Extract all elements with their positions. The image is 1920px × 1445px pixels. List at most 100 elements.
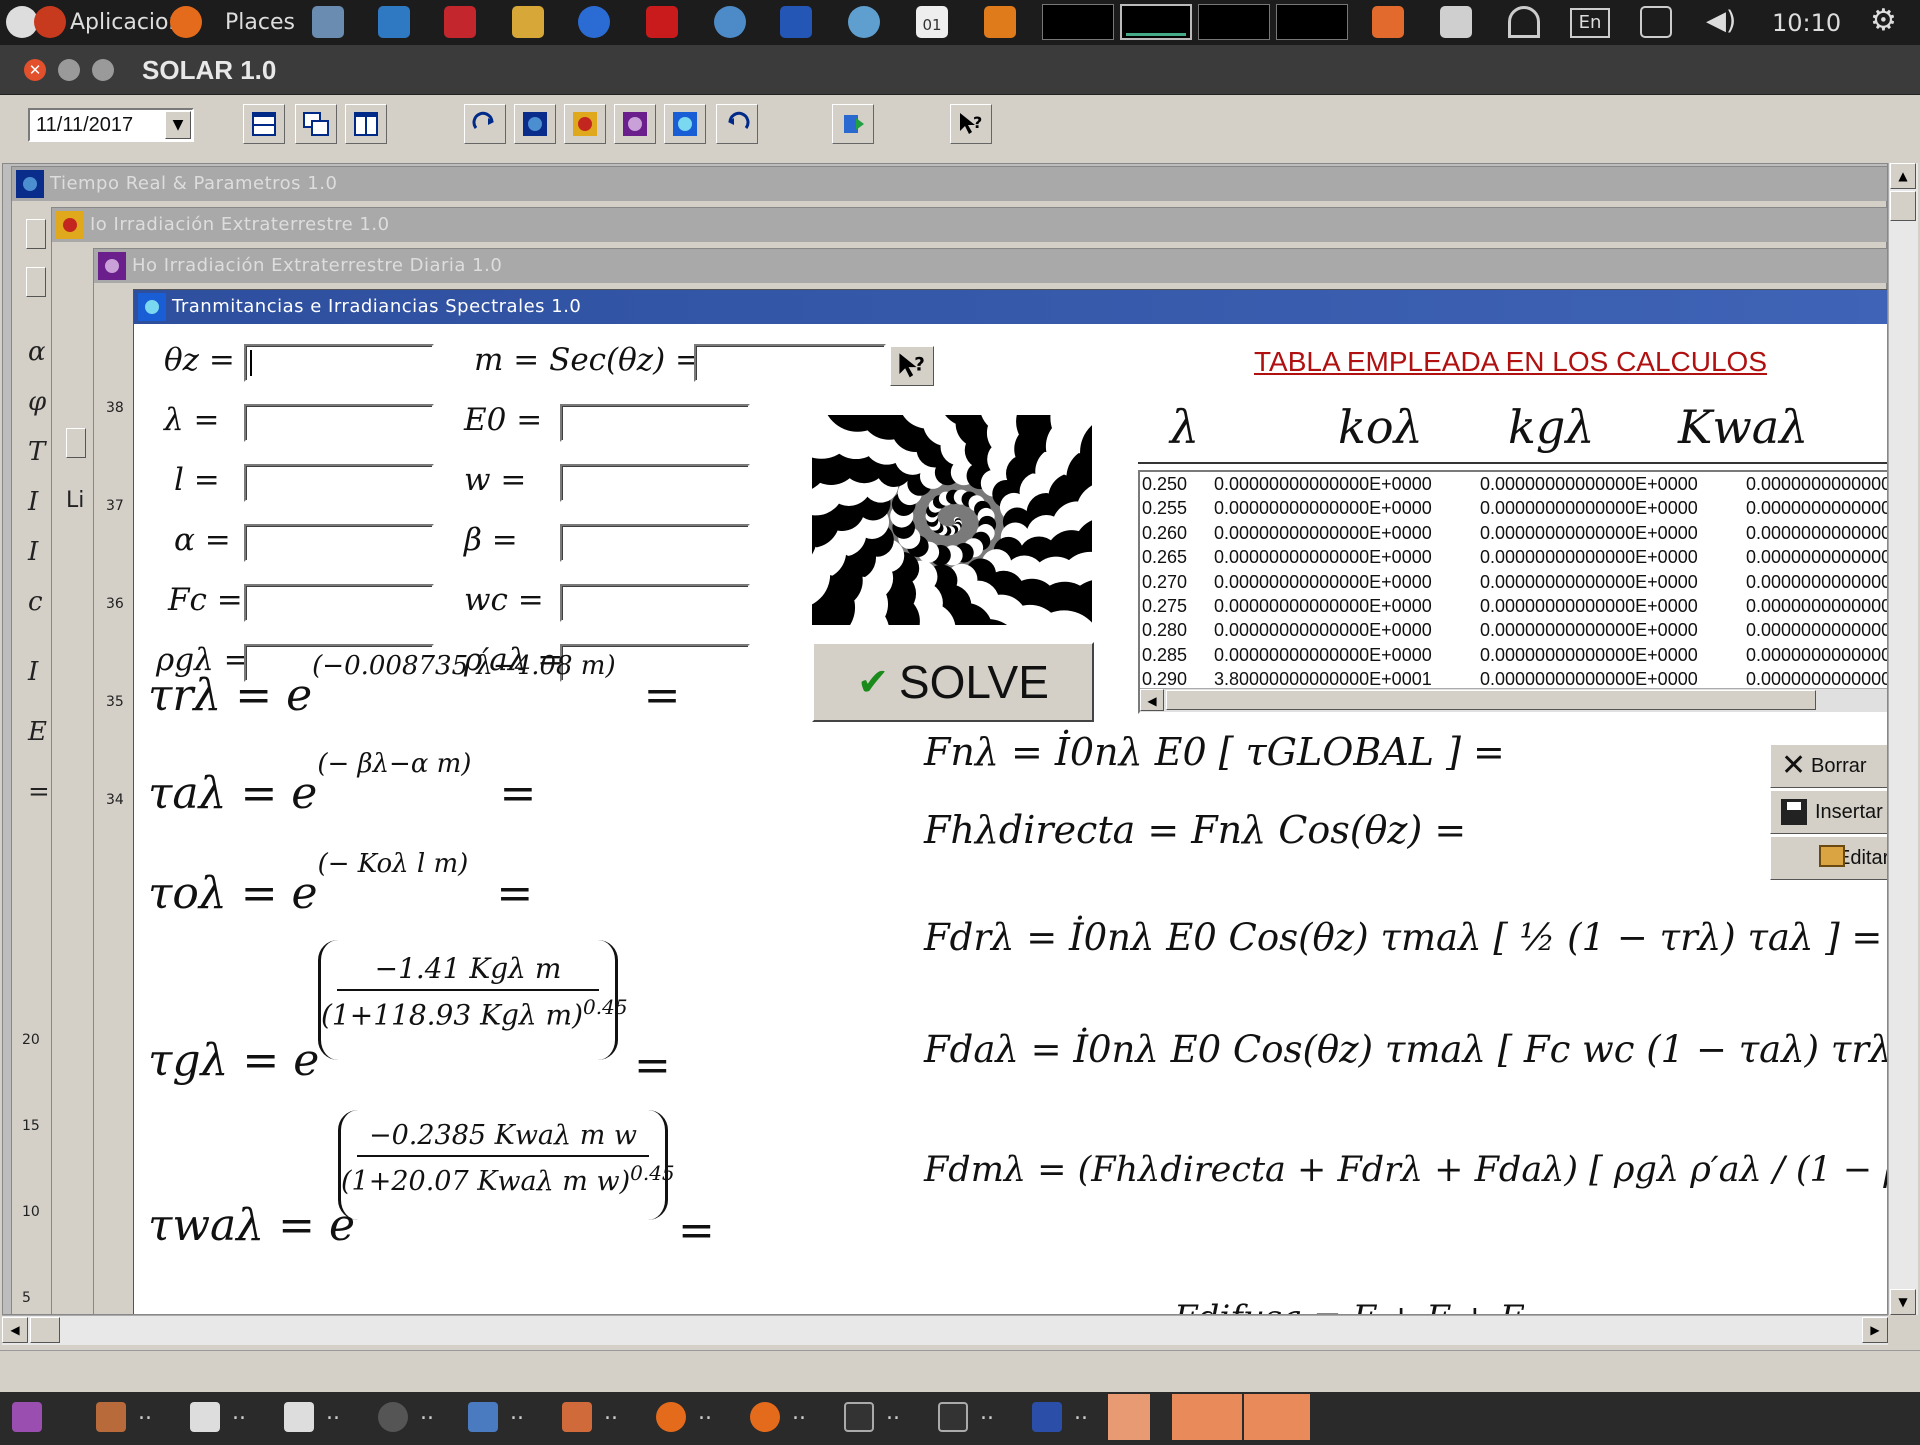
task-text-editor-icon[interactable] xyxy=(190,1402,220,1432)
tau-a-tail: = xyxy=(499,768,537,819)
task-image-icon[interactable] xyxy=(562,1402,592,1432)
m-help-button[interactable]: ? xyxy=(890,346,934,386)
ho-irradiacion-button[interactable] xyxy=(614,104,656,144)
workspace-4[interactable] xyxy=(1276,4,1348,40)
borrar-label: Borrar xyxy=(1811,755,1867,777)
io-irradiacion-icon xyxy=(56,211,84,239)
tranmitancias-button[interactable] xyxy=(664,104,706,144)
lambda-input[interactable] xyxy=(244,404,434,442)
mdi-title-ho-irradiacion[interactable]: Ho Irradiación Extraterrestre Diaria 1.0 xyxy=(94,249,1887,283)
matlab-icon[interactable] xyxy=(984,6,1016,38)
scroll-right-arrow-icon[interactable]: ▶ xyxy=(1862,1317,1888,1343)
mdi-title-tranmitancias[interactable]: Tranmitancias e Irradiancias Spectrales … xyxy=(134,290,1887,324)
task-terminal-2-icon[interactable] xyxy=(938,1402,968,1432)
table-cell: 0.255 xyxy=(1142,498,1188,519)
cascade-button[interactable] xyxy=(295,104,337,144)
kde-icon[interactable] xyxy=(578,6,610,38)
table-title-link[interactable]: TABLA EMPLEADA EN LOS CALCULOS xyxy=(1254,346,1767,378)
mdi-title-tiempo-real[interactable]: Tiempo Real & Parametros 1.0 xyxy=(12,167,1887,201)
task-solar-icon[interactable] xyxy=(1032,1402,1062,1432)
io-irradiacion-button[interactable] xyxy=(564,104,606,144)
window1-arrow-button[interactable] xyxy=(26,219,46,249)
keyboard-language[interactable]: En xyxy=(1570,8,1610,38)
date-dropdown-arrow-icon[interactable]: ▼ xyxy=(165,111,191,139)
settings-gear-icon[interactable]: ⚙ xyxy=(1870,6,1902,38)
mdi-title-io-irradiacion[interactable]: Io Irradiación Extraterrestre 1.0 xyxy=(52,208,1887,242)
applications-menu-label[interactable]: Aplicaciones xyxy=(70,10,180,35)
volume-icon[interactable]: ◀) xyxy=(1706,6,1738,38)
task-active-window-1[interactable] xyxy=(1108,1394,1150,1440)
workspace-horizontal-scrollbar[interactable]: ◀ ▶ xyxy=(2,1315,1888,1345)
date-picker[interactable]: 11/11/2017 ▼ xyxy=(28,108,194,142)
scroll-down-arrow-icon[interactable]: ▼ xyxy=(1890,1289,1916,1315)
exit-button[interactable] xyxy=(832,104,874,144)
task-a-app-icon[interactable] xyxy=(378,1402,408,1432)
undo-button[interactable] xyxy=(716,104,758,144)
mathcad-icon[interactable] xyxy=(780,6,812,38)
solve-button[interactable]: ✔ SOLVE xyxy=(812,642,1094,722)
calendar-icon[interactable]: 01 xyxy=(916,6,948,38)
clock[interactable]: 10:10 xyxy=(1772,9,1841,37)
scroll-up-arrow-icon[interactable]: ▲ xyxy=(1890,163,1916,189)
archive-icon[interactable] xyxy=(512,6,544,38)
places-menu-label[interactable]: Places xyxy=(225,10,305,35)
network-globe-icon[interactable] xyxy=(848,6,880,38)
window2-arrow-button[interactable] xyxy=(66,428,86,458)
borrar-button[interactable]: ✕ Borrar xyxy=(1770,744,1887,788)
task-active-window-3[interactable] xyxy=(1244,1394,1310,1440)
folder-icon[interactable] xyxy=(1372,6,1404,38)
virtualbox-icon[interactable] xyxy=(378,6,410,38)
tiempo-real-button[interactable] xyxy=(514,104,556,144)
workspace-vertical-scrollbar[interactable]: ▲ ▼ xyxy=(1888,163,1918,1315)
wc-input[interactable] xyxy=(560,584,750,622)
theta-input[interactable] xyxy=(244,344,434,382)
table-cell: 0.00000000000000E+0000 xyxy=(1214,644,1432,665)
applications-menu-icon[interactable] xyxy=(34,6,66,38)
horizontal-scroll-thumb[interactable] xyxy=(30,1317,60,1343)
beta-input[interactable] xyxy=(560,524,750,562)
workspace-1[interactable] xyxy=(1042,4,1114,40)
redo-button[interactable] xyxy=(464,104,506,144)
m-input[interactable] xyxy=(694,344,886,382)
workspace-3[interactable] xyxy=(1198,4,1270,40)
f-difusa-equation: Fdifusa = F + F + F xyxy=(1174,1298,1524,1314)
editar-button[interactable]: Editar xyxy=(1770,836,1887,880)
maximize-button[interactable] xyxy=(92,59,114,81)
insertar-button[interactable]: Insertar xyxy=(1770,790,1887,834)
filezilla-icon[interactable] xyxy=(646,6,678,38)
help-button[interactable]: ? xyxy=(950,104,992,144)
tile-horizontal-button[interactable] xyxy=(243,104,285,144)
scribus-icon[interactable] xyxy=(444,6,476,38)
e0-input[interactable] xyxy=(560,404,750,442)
dropbox-icon[interactable] xyxy=(1440,6,1472,38)
computer-icon[interactable] xyxy=(312,6,344,38)
workspace-2[interactable] xyxy=(1120,4,1192,40)
task-file-manager-icon[interactable] xyxy=(96,1402,126,1432)
task-document-icon[interactable] xyxy=(284,1402,314,1432)
w-input[interactable] xyxy=(560,464,750,502)
task-virtualbox-icon[interactable] xyxy=(468,1402,498,1432)
tile-vertical-button[interactable] xyxy=(345,104,387,144)
scroll-left-arrow-icon[interactable]: ◀ xyxy=(1140,689,1164,711)
close-button[interactable]: ✕ xyxy=(24,59,46,81)
task-firefox-2-icon[interactable] xyxy=(750,1402,780,1432)
data-table[interactable]: 0.250 0.00000000000000E+0000 0.00000000000… xyxy=(1138,470,1887,714)
fc-input[interactable] xyxy=(244,584,434,622)
scroll-left-arrow-icon[interactable]: ◀ xyxy=(2,1317,28,1343)
table-scroll-thumb[interactable] xyxy=(1166,690,1816,710)
show-desktop-icon[interactable] xyxy=(12,1402,42,1432)
wifi-icon[interactable] xyxy=(1508,6,1540,38)
task-firefox-icon[interactable] xyxy=(656,1402,686,1432)
l-input[interactable] xyxy=(244,464,434,502)
tau-g-equation: τgλ = e −1.41 Kgλ m (1+118.93 Kgλ m)0.45… xyxy=(148,940,708,1100)
task-terminal-icon[interactable] xyxy=(844,1402,874,1432)
thunderbird-icon[interactable] xyxy=(714,6,746,38)
vertical-scroll-thumb[interactable] xyxy=(1890,191,1916,221)
mail-icon[interactable] xyxy=(1640,6,1672,38)
task-active-window-2[interactable] xyxy=(1172,1394,1242,1440)
window1-arrow-button-2[interactable] xyxy=(26,267,46,297)
firefox-icon[interactable] xyxy=(170,6,202,38)
minimize-button[interactable] xyxy=(58,59,80,81)
alpha-input[interactable] xyxy=(244,524,434,562)
table-horizontal-scrollbar[interactable]: ◀ xyxy=(1140,688,1887,712)
